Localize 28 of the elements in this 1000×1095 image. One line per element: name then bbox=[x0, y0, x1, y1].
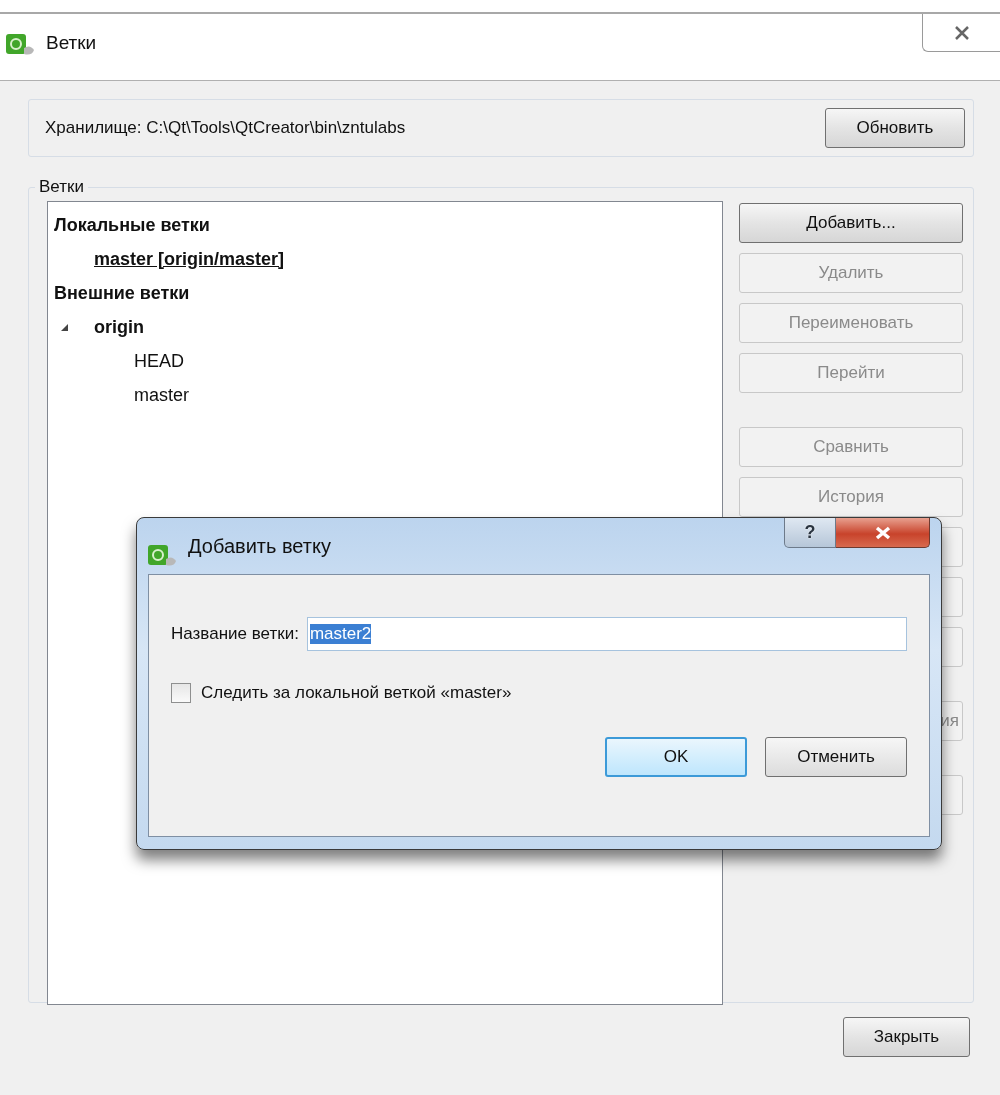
action-button[interactable]: Добавить... bbox=[739, 203, 963, 243]
dialog-title: Добавить ветку bbox=[188, 534, 331, 558]
checkbox-label: Следить за локальной веткой «master» bbox=[201, 683, 512, 703]
window-title: Ветки bbox=[46, 32, 97, 54]
branch-item[interactable]: HEAD bbox=[134, 350, 184, 372]
field-value: master2 bbox=[309, 624, 372, 644]
help-button[interactable]: ? bbox=[784, 518, 836, 548]
branch-name-field[interactable]: master2 bbox=[306, 617, 907, 651]
close-button[interactable]: Закрыть bbox=[843, 1017, 970, 1057]
group-title: Ветки bbox=[38, 177, 85, 197]
close-icon bbox=[873, 525, 892, 540]
branch-item[interactable]: master [origin/master] bbox=[94, 248, 285, 270]
track-checkbox[interactable] bbox=[171, 683, 191, 703]
app-icon bbox=[148, 545, 178, 567]
app-icon bbox=[6, 34, 36, 56]
repository-path: Хранилище: C:\Qt\Tools\QtCreator\bin\zntulabs bbox=[45, 118, 406, 138]
tree-section-header: Локальные ветки bbox=[54, 214, 210, 236]
refresh-button[interactable]: Обновить bbox=[825, 108, 965, 148]
expand-arrow-icon[interactable] bbox=[60, 322, 69, 332]
branch-item[interactable]: origin bbox=[94, 316, 144, 338]
tree-section-header: Внешние ветки bbox=[54, 282, 190, 304]
close-button[interactable] bbox=[836, 518, 930, 548]
close-icon bbox=[952, 24, 971, 41]
dialog-button[interactable]: OK bbox=[605, 737, 747, 777]
field-label: Название ветки: bbox=[171, 624, 299, 644]
branch-item[interactable]: master bbox=[134, 384, 189, 406]
close-button[interactable] bbox=[922, 14, 1000, 52]
dialog-button[interactable]: Отменить bbox=[765, 737, 907, 777]
